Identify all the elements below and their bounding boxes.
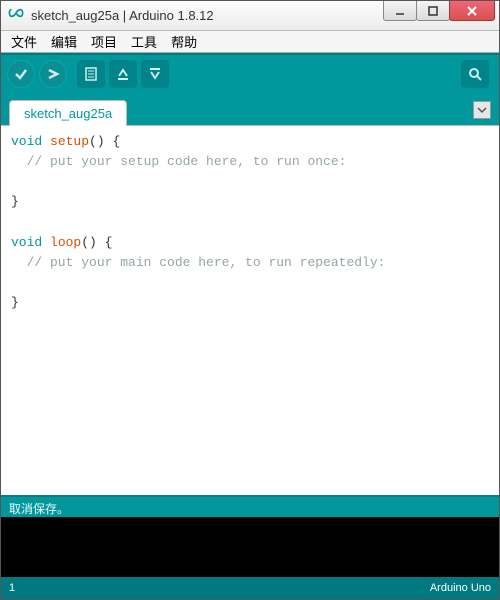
board-label: Arduino Uno [430,582,491,594]
toolbar [1,53,499,93]
function-name: loop [50,235,81,250]
arrow-right-icon [45,66,61,82]
new-button[interactable] [77,60,105,88]
statusbar: 1 Arduino Uno [1,577,499,599]
close-icon [466,5,478,17]
app-window: sketch_aug25a | Arduino 1.8.12 文件 编辑 项目 … [0,0,500,600]
status-message: 取消保存。 [1,495,499,517]
code-text: () { [89,134,120,149]
arrow-down-icon [147,66,163,82]
menu-project[interactable]: 项目 [85,30,123,53]
tab-menu-button[interactable] [473,101,491,119]
code-text: } [11,194,19,209]
tab-sketch[interactable]: sketch_aug25a [9,100,127,126]
verify-button[interactable] [7,60,35,88]
comment: // put your main code here, to run repea… [11,255,385,270]
minimize-icon [395,6,405,16]
menu-help[interactable]: 帮助 [165,30,203,53]
titlebar[interactable]: sketch_aug25a | Arduino 1.8.12 [1,1,499,31]
keyword: void [11,134,42,149]
comment: // put your setup code here, to run once… [11,154,346,169]
open-button[interactable] [109,60,137,88]
window-controls [384,1,499,30]
maximize-icon [428,6,438,16]
tabbar: sketch_aug25a [1,93,499,125]
close-button[interactable] [449,1,495,21]
console-output[interactable] [1,517,499,577]
window-title: sketch_aug25a | Arduino 1.8.12 [31,8,384,23]
save-button[interactable] [141,60,169,88]
code-text: () { [81,235,112,250]
menu-file[interactable]: 文件 [5,30,43,53]
line-number: 1 [9,582,15,594]
magnifier-icon [467,66,483,82]
arduino-logo-icon [7,7,25,25]
keyword: void [11,235,42,250]
arrow-up-icon [115,66,131,82]
chevron-down-icon [477,105,487,115]
code-editor[interactable]: void setup() { // put your setup code he… [1,125,499,495]
code-text: } [11,295,19,310]
function-name: setup [50,134,89,149]
menubar: 文件 编辑 项目 工具 帮助 [1,31,499,53]
check-icon [13,66,29,82]
serial-monitor-button[interactable] [461,60,489,88]
upload-button[interactable] [39,60,67,88]
file-icon [83,66,99,82]
minimize-button[interactable] [383,1,417,21]
menu-tools[interactable]: 工具 [125,30,163,53]
maximize-button[interactable] [416,1,450,21]
menu-edit[interactable]: 编辑 [45,30,83,53]
